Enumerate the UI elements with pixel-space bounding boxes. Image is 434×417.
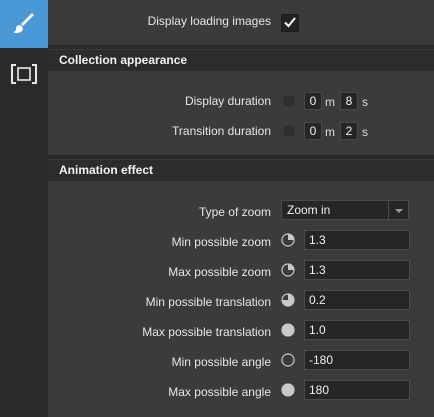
animation-field-label: Max possible translation	[142, 325, 271, 339]
animation-field-label: Min possible angle	[171, 355, 271, 369]
animation-field-row: Max possible translation 1.0	[48, 318, 434, 346]
animation-field-row: Min possible zoom 1.3	[48, 228, 434, 256]
progress-pie-icon[interactable]	[281, 293, 295, 307]
dropdown-button[interactable]	[388, 201, 408, 219]
animation-field-label: Max possible zoom	[168, 265, 271, 279]
animation-field-label: Max possible angle	[168, 385, 271, 399]
animation-field-input[interactable]: 0.2	[304, 290, 410, 310]
progress-pie-icon[interactable]	[281, 323, 295, 337]
sidebar	[0, 0, 48, 417]
transition-duration-toggle[interactable]	[282, 124, 296, 138]
animation-field-row: Max possible angle 180	[48, 378, 434, 406]
animation-field-input[interactable]: -180	[304, 350, 410, 370]
display-duration-minutes[interactable]: 0	[304, 92, 322, 110]
display-duration-toggle[interactable]	[282, 94, 296, 108]
display-loading-images-checkbox[interactable]	[281, 14, 299, 32]
transition-duration-row: Transition duration 0 m 2 s	[48, 117, 434, 145]
seconds-unit: s	[362, 95, 368, 109]
type-of-zoom-value: Zoom in	[287, 203, 331, 217]
animation-field-input[interactable]: 180	[304, 380, 410, 400]
progress-pie-icon[interactable]	[281, 233, 295, 247]
seconds-unit: s	[362, 125, 368, 139]
animation-field-row: Max possible zoom 1.3	[48, 258, 434, 286]
type-of-zoom-label: Type of zoom	[198, 205, 271, 219]
progress-pie-icon[interactable]	[281, 353, 295, 367]
section-separator	[48, 45, 434, 49]
checkmark-icon	[283, 15, 297, 32]
animation-field-input[interactable]: 1.3	[304, 260, 410, 280]
animation-field-row: Min possible translation 0.2	[48, 288, 434, 316]
sidebar-item-appearance[interactable]	[0, 0, 48, 48]
transition-duration-label: Transition duration	[172, 124, 271, 138]
animation-field-input[interactable]: 1.3	[304, 230, 410, 250]
chevron-down-icon	[394, 203, 404, 217]
display-duration-row: Display duration 0 m 8 s	[48, 87, 434, 115]
minutes-unit: m	[325, 95, 335, 109]
animation-field-label: Min possible translation	[145, 295, 271, 309]
minutes-unit: m	[325, 125, 335, 139]
animation-field-label: Min possible zoom	[171, 235, 271, 249]
transition-duration-seconds[interactable]: 2	[340, 122, 358, 140]
transition-duration-minutes[interactable]: 0	[304, 122, 322, 140]
animation-field-input[interactable]: 1.0	[304, 320, 410, 340]
type-of-zoom-row: Type of zoom Zoom in	[48, 198, 434, 226]
display-duration-seconds[interactable]: 8	[340, 92, 358, 110]
section-header-collection-appearance: Collection appearance	[48, 50, 434, 71]
settings-window: Display loading images Collection appear…	[0, 0, 434, 417]
section-header-animation-effect: Animation effect	[48, 160, 434, 181]
display-loading-images-label: Display loading images	[147, 14, 271, 28]
progress-pie-icon[interactable]	[281, 383, 295, 397]
section-separator	[48, 155, 434, 159]
paintbrush-icon	[11, 10, 37, 39]
animation-field-row: Min possible angle -180	[48, 348, 434, 376]
type-of-zoom-select[interactable]: Zoom in	[281, 200, 409, 220]
settings-panel: Display loading images Collection appear…	[48, 0, 434, 417]
display-duration-label: Display duration	[184, 94, 271, 108]
sidebar-item-slideshow[interactable]	[0, 52, 48, 98]
fullscreen-frame-icon	[10, 63, 38, 88]
display-loading-images-row: Display loading images	[48, 7, 434, 35]
progress-pie-icon[interactable]	[281, 263, 295, 277]
